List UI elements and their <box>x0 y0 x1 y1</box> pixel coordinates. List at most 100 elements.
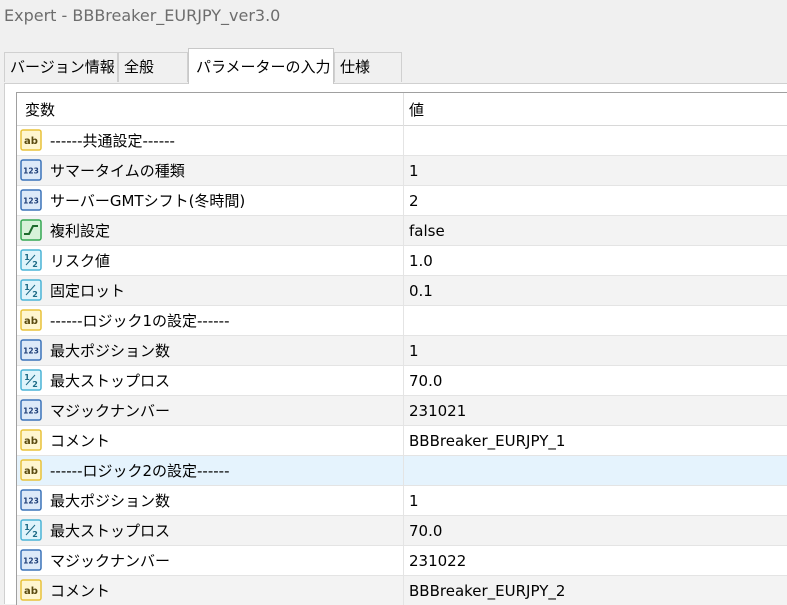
parameter-value[interactable]: BBBreaker_EURJPY_1 <box>409 426 565 456</box>
cell-divider <box>403 216 404 246</box>
ab-string-icon: ab <box>20 579 42 601</box>
half-double-icon: 12 <box>20 279 42 301</box>
parameter-value[interactable]: BBBreaker_EURJPY_2 <box>409 576 565 605</box>
ab-string-icon: ab <box>20 309 42 331</box>
parameter-name: 複利設定 <box>50 222 111 240</box>
cell-divider <box>403 156 404 186</box>
table-row[interactable]: 複利設定 false <box>17 216 787 246</box>
svg-text:2: 2 <box>32 290 38 299</box>
svg-text:123: 123 <box>23 347 39 356</box>
parameter-name: マジックナンバー <box>50 402 171 420</box>
svg-text:2: 2 <box>32 530 38 539</box>
parameter-name: リスク値 <box>50 252 111 270</box>
svg-text:ab: ab <box>24 316 38 327</box>
title-bar: Expert - BBBreaker_EURJPY_ver3.0 <box>0 0 787 34</box>
cell-divider <box>403 306 404 336</box>
half-double-icon: 12 <box>20 519 42 541</box>
table-row[interactable]: 1 2 リスク値 1.0 <box>17 246 787 276</box>
parameter-name: ------ロジック1の設定------ <box>50 312 230 330</box>
parameter-value[interactable]: 231022 <box>409 546 466 576</box>
window-title: Expert - BBBreaker_EURJPY_ver3.0 <box>4 6 281 25</box>
cell-divider <box>403 516 404 546</box>
123-integer-icon: 123 <box>20 489 42 511</box>
parameter-value[interactable]: 2 <box>409 186 419 216</box>
cell-divider <box>403 396 404 426</box>
parameter-value[interactable]: 1 <box>409 336 419 366</box>
cell-divider <box>403 426 404 456</box>
svg-text:123: 123 <box>23 407 39 416</box>
table-row[interactable]: 123 マジックナンバー 231022 <box>17 546 787 576</box>
parameter-name: サーバーGMTシフト(冬時間) <box>50 192 246 210</box>
table-row[interactable]: 123 最大ポジション数 1 <box>17 486 787 516</box>
parameter-name: 最大ポジション数 <box>50 492 171 510</box>
table-row[interactable]: ab ------ロジック2の設定------ <box>17 456 787 486</box>
svg-text:123: 123 <box>23 167 39 176</box>
column-header-value[interactable]: 値 <box>409 93 424 125</box>
ab-string-icon: ab <box>20 429 42 451</box>
cell-divider <box>403 576 404 605</box>
cell-divider <box>403 486 404 516</box>
svg-text:ab: ab <box>24 436 38 447</box>
parameter-name: 最大ストップロス <box>50 522 171 540</box>
svg-text:123: 123 <box>23 497 39 506</box>
parameter-value[interactable]: false <box>409 216 445 246</box>
parameter-name: ------共通設定------ <box>50 132 175 150</box>
table-row[interactable]: ab ------ロジック1の設定------ <box>17 306 787 336</box>
svg-text:123: 123 <box>23 197 39 206</box>
cell-divider <box>403 186 404 216</box>
parameter-value[interactable]: 0.1 <box>409 276 433 306</box>
grid-header: 変数 値 <box>17 93 787 126</box>
123-integer-icon: 123 <box>20 159 42 181</box>
column-header-variable[interactable]: 変数 <box>25 93 55 125</box>
parameter-name: コメント <box>50 432 111 450</box>
tab-specification[interactable]: 仕様 <box>334 52 402 82</box>
parameter-rows: ab ------共通設定------ 123 サマータイムの種類 1 123 サーバーGM… <box>17 126 787 605</box>
cell-divider <box>403 336 404 366</box>
tab-version-info[interactable]: バージョン情報 <box>4 52 118 82</box>
ab-string-icon: ab <box>20 459 42 481</box>
svg-text:ab: ab <box>24 466 38 477</box>
tab-strip: バージョン情報 全般 パラメーターの入力 仕様 <box>0 34 787 84</box>
parameter-name: 固定ロット <box>50 282 126 300</box>
svg-text:ab: ab <box>24 136 38 147</box>
table-row[interactable]: 123 サマータイムの種類 1 <box>17 156 787 186</box>
table-row[interactable]: 1 2 最大ストップロス 70.0 <box>17 516 787 546</box>
tab-general[interactable]: 全般 <box>118 52 188 82</box>
parameter-value[interactable]: 1 <box>409 156 419 186</box>
table-row[interactable]: ab ------共通設定------ <box>17 126 787 156</box>
parameter-name: マジックナンバー <box>50 552 171 570</box>
parameters-grid: 変数 値 ab ------共通設定------ 123 サマータイムの種類 1 123 サ… <box>16 92 787 605</box>
table-row[interactable]: ab コメント BBBreaker_EURJPY_2 <box>17 576 787 605</box>
table-row[interactable]: 1 2 最大ストップロス 70.0 <box>17 366 787 396</box>
parameter-name: 最大ストップロス <box>50 372 171 390</box>
123-integer-icon: 123 <box>20 339 42 361</box>
cell-divider <box>403 456 404 486</box>
parameter-value[interactable]: 70.0 <box>409 516 442 546</box>
table-row[interactable]: 123 マジックナンバー 231021 <box>17 396 787 426</box>
ab-string-icon: ab <box>20 129 42 151</box>
svg-text:2: 2 <box>32 380 38 389</box>
bool-toggle-icon <box>20 219 42 241</box>
parameter-value[interactable]: 1 <box>409 486 419 516</box>
svg-text:123: 123 <box>23 557 39 566</box>
parameter-value[interactable]: 1.0 <box>409 246 433 276</box>
parameter-value[interactable]: 231021 <box>409 396 466 426</box>
123-integer-icon: 123 <box>20 189 42 211</box>
parameters-panel: 変数 値 ab ------共通設定------ 123 サマータイムの種類 1 123 サ… <box>4 83 787 605</box>
table-row[interactable]: 1 2 固定ロット 0.1 <box>17 276 787 306</box>
svg-text:2: 2 <box>32 260 38 269</box>
cell-divider <box>403 276 404 306</box>
cell-divider <box>403 126 404 156</box>
tab-input-parameters[interactable]: パラメーターの入力 <box>188 48 334 84</box>
table-row[interactable]: ab コメント BBBreaker_EURJPY_1 <box>17 426 787 456</box>
cell-divider <box>403 366 404 396</box>
123-integer-icon: 123 <box>20 399 42 421</box>
table-row[interactable]: 123 最大ポジション数 1 <box>17 336 787 366</box>
column-divider[interactable] <box>403 93 404 126</box>
parameter-name: ------ロジック2の設定------ <box>50 462 230 480</box>
parameter-name: コメント <box>50 582 111 600</box>
parameter-name: サマータイムの種類 <box>50 162 185 180</box>
cell-divider <box>403 246 404 276</box>
parameter-value[interactable]: 70.0 <box>409 366 442 396</box>
table-row[interactable]: 123 サーバーGMTシフト(冬時間) 2 <box>17 186 787 216</box>
